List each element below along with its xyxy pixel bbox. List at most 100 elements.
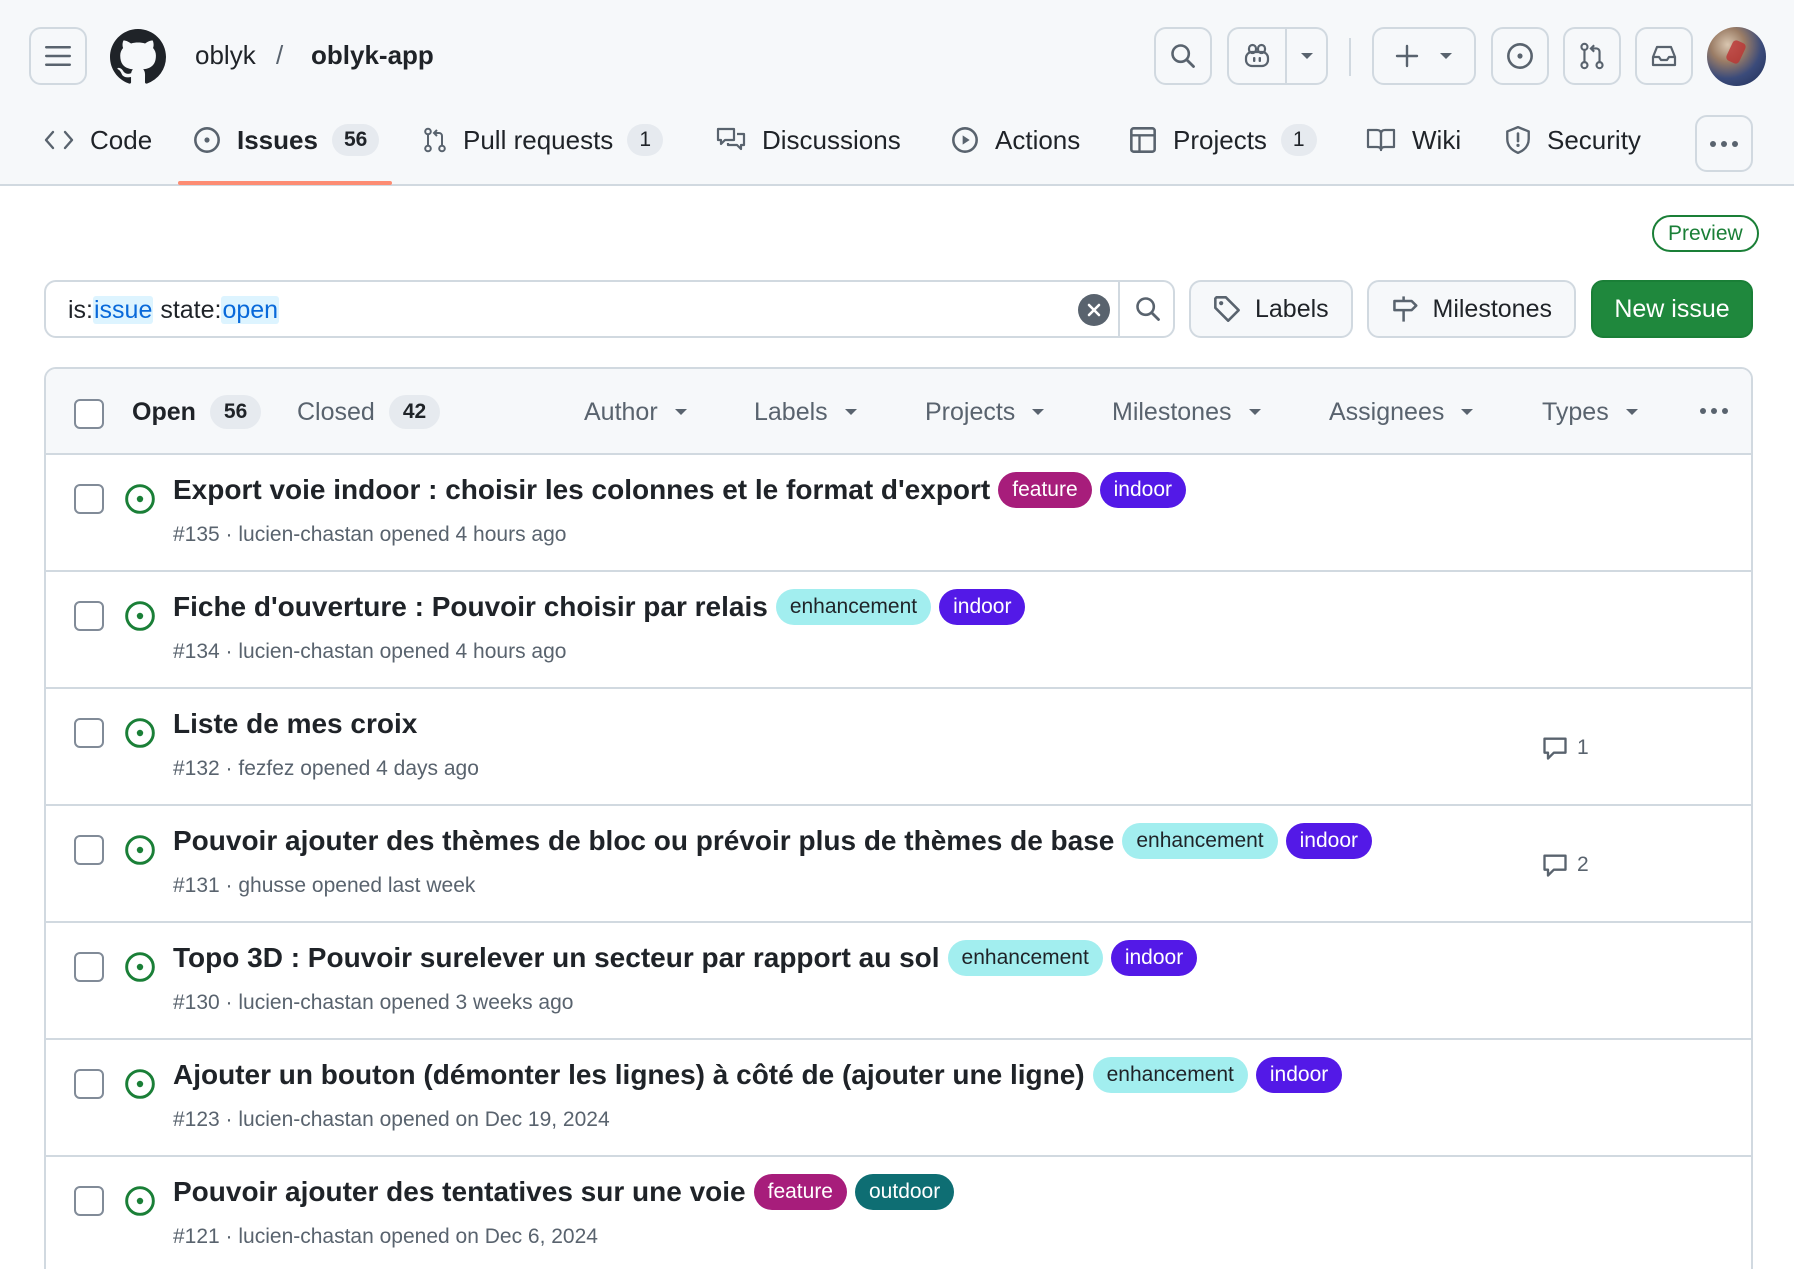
more-tabs-button[interactable] xyxy=(1695,115,1753,172)
issue-row[interactable]: Ajouter un bouton (démonter les lignes) … xyxy=(46,1040,1751,1157)
issue-label[interactable]: feature xyxy=(998,472,1092,508)
issue-title-line: Fiche d'ouverture : Pouvoir choisir par … xyxy=(173,588,1026,626)
copilot-button[interactable] xyxy=(1229,29,1287,83)
issue-row[interactable]: Pouvoir ajouter des thèmes de bloc ou pr… xyxy=(46,806,1751,923)
book-icon xyxy=(1366,128,1396,152)
filter-projects[interactable]: Projects xyxy=(925,393,1045,431)
issue-label[interactable]: indoor xyxy=(1285,823,1373,859)
issue-row[interactable]: Fiche d'ouverture : Pouvoir choisir par … xyxy=(46,572,1751,689)
clear-search-button[interactable] xyxy=(1078,294,1110,326)
issue-label[interactable]: indoor xyxy=(1099,472,1187,508)
issue-row[interactable]: Export voie indoor : choisir les colonne… xyxy=(46,455,1751,572)
tab-projects-counter: 1 xyxy=(1280,124,1317,156)
your-issues-button[interactable] xyxy=(1491,27,1549,85)
milestones-button[interactable]: Milestones xyxy=(1367,280,1576,338)
issue-meta: #121 · lucien-chastan opened on Dec 6, 2… xyxy=(173,1225,598,1248)
issue-title[interactable]: Pouvoir ajouter des thèmes de bloc ou pr… xyxy=(173,822,1114,860)
search-query[interactable]: is:issue state:open xyxy=(68,294,280,326)
issue-title[interactable]: Pouvoir ajouter des tentatives sur une v… xyxy=(173,1173,746,1211)
issue-title-line: Pouvoir ajouter des tentatives sur une v… xyxy=(173,1173,955,1211)
issue-select-checkbox[interactable] xyxy=(74,1186,104,1216)
tab-pull-requests-counter: 1 xyxy=(627,124,663,156)
issue-comments-link[interactable]: 2 xyxy=(1541,851,1589,879)
issue-label[interactable]: outdoor xyxy=(855,1174,955,1210)
issues-list-header: Open 56 Closed 42 Author Labels Projects… xyxy=(46,369,1751,455)
issue-select-checkbox[interactable] xyxy=(74,1069,104,1099)
issue-meta: #130 · lucien-chastan opened 3 weeks ago xyxy=(173,991,574,1014)
triangle-down-icon xyxy=(1461,409,1474,415)
labels-button[interactable]: Labels xyxy=(1189,280,1353,338)
issue-title-line: Export voie indoor : choisir les colonne… xyxy=(173,471,1187,509)
preview-badge[interactable]: Preview xyxy=(1652,215,1759,252)
issue-label[interactable]: indoor xyxy=(1110,940,1198,976)
issue-label[interactable]: enhancement xyxy=(775,589,932,625)
triangle-down-icon xyxy=(1032,409,1045,415)
github-logo-icon[interactable] xyxy=(110,29,166,85)
triangle-down-icon xyxy=(844,409,857,415)
issue-label[interactable]: feature xyxy=(753,1174,847,1210)
tab-issues-label: Issues xyxy=(237,124,318,155)
issue-title[interactable]: Topo 3D : Pouvoir surelever un secteur p… xyxy=(173,939,940,977)
tab-wiki[interactable]: Wiki xyxy=(1366,120,1461,160)
tab-projects[interactable]: Projects 1 xyxy=(1129,120,1317,160)
tab-issues[interactable]: Issues 56 xyxy=(193,120,380,160)
tab-actions[interactable]: Actions xyxy=(951,120,1080,160)
milestones-button-label: Milestones xyxy=(1432,294,1553,323)
breadcrumb-owner[interactable]: oblyk xyxy=(195,38,256,72)
issue-title[interactable]: Export voie indoor : choisir les colonne… xyxy=(173,471,990,509)
pull-request-icon xyxy=(1580,42,1604,70)
filter-author[interactable]: Author xyxy=(584,393,688,431)
issue-title[interactable]: Liste de mes croix xyxy=(173,705,417,743)
issues-search-input[interactable]: is:issue state:open xyxy=(44,280,1175,338)
open-issues-tab[interactable]: Open 56 xyxy=(132,393,262,431)
issue-label[interactable]: enhancement xyxy=(947,940,1103,976)
issue-select-checkbox[interactable] xyxy=(74,952,104,982)
copilot-dropdown-button[interactable] xyxy=(1287,29,1326,83)
selected-tab-underline xyxy=(178,181,392,185)
issue-label[interactable]: indoor xyxy=(939,589,1026,625)
create-new-button[interactable] xyxy=(1372,27,1476,85)
issue-select-checkbox[interactable] xyxy=(74,835,104,865)
issue-select-checkbox[interactable] xyxy=(74,484,104,514)
filter-labels[interactable]: Labels xyxy=(754,393,858,431)
issue-row[interactable]: Topo 3D : Pouvoir surelever un secteur p… xyxy=(46,923,1751,1040)
tab-security[interactable]: Security xyxy=(1505,120,1641,160)
kebab-icon xyxy=(1700,408,1728,414)
user-avatar[interactable] xyxy=(1707,27,1766,86)
issue-label[interactable]: enhancement xyxy=(1122,823,1278,859)
tab-code[interactable]: Code xyxy=(44,120,152,160)
tab-discussions[interactable]: Discussions xyxy=(716,120,901,160)
issue-title-line: Ajouter un bouton (démonter les lignes) … xyxy=(173,1056,1343,1094)
issue-title[interactable]: Ajouter un bouton (démonter les lignes) … xyxy=(173,1056,1085,1094)
new-issue-button[interactable]: New issue xyxy=(1591,280,1753,338)
shield-icon xyxy=(1506,125,1530,155)
breadcrumb-repo[interactable]: oblyk-app xyxy=(311,38,434,72)
search-submit-button[interactable] xyxy=(1120,282,1175,336)
global-search-button[interactable] xyxy=(1154,27,1212,85)
notifications-inbox-button[interactable] xyxy=(1635,27,1693,85)
filter-milestones[interactable]: Milestones xyxy=(1112,393,1262,431)
table-icon xyxy=(1130,127,1156,153)
closed-issues-tab[interactable]: Closed 42 xyxy=(297,393,441,431)
issue-row[interactable]: Pouvoir ajouter des tentatives sur une v… xyxy=(46,1157,1751,1269)
filter-types-label: Types xyxy=(1542,397,1609,426)
issue-select-checkbox[interactable] xyxy=(74,601,104,631)
header-divider xyxy=(1349,38,1351,76)
tab-pull-requests[interactable]: Pull requests 1 xyxy=(423,120,663,160)
issue-title[interactable]: Fiche d'ouverture : Pouvoir choisir par … xyxy=(173,588,768,626)
issue-comments-link[interactable]: 1 xyxy=(1541,734,1589,762)
list-more-options-button[interactable] xyxy=(1694,399,1734,423)
issue-opened-icon xyxy=(1507,43,1533,69)
issue-row[interactable]: Liste de mes croix #132 · fezfez opened 4… xyxy=(46,689,1751,806)
plus-icon xyxy=(1395,44,1418,68)
open-menu-button[interactable] xyxy=(29,27,87,85)
issue-label[interactable]: indoor xyxy=(1255,1057,1343,1093)
your-pull-requests-button[interactable] xyxy=(1563,27,1621,85)
closed-counter: 42 xyxy=(388,395,441,429)
issue-label[interactable]: enhancement xyxy=(1092,1057,1248,1093)
select-all-checkbox[interactable] xyxy=(74,399,104,429)
issue-select-checkbox[interactable] xyxy=(74,718,104,748)
issue-opened-icon xyxy=(194,127,220,153)
filter-types[interactable]: Types xyxy=(1542,393,1639,431)
filter-assignees[interactable]: Assignees xyxy=(1329,393,1474,431)
